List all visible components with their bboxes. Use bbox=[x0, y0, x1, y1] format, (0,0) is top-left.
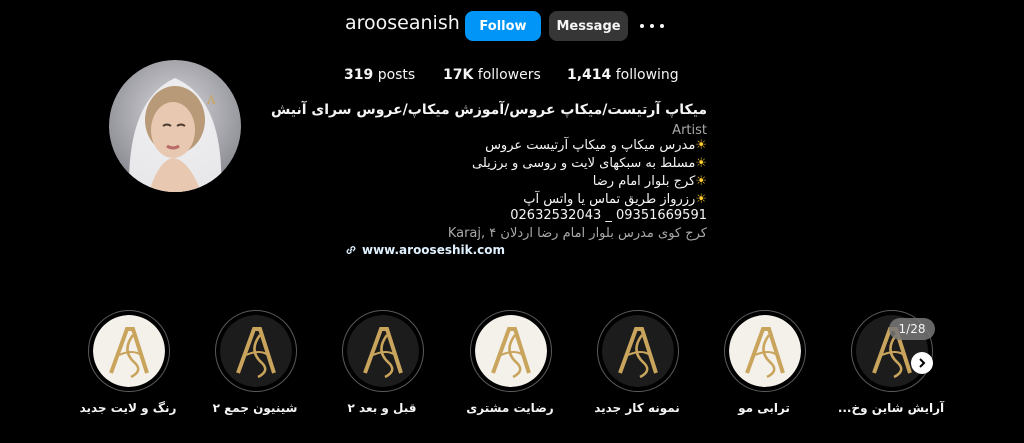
sun-icon: ☀ bbox=[695, 174, 707, 189]
bio-line: ☀مدرس میکاپ و میکاپ آرتیست عروس bbox=[485, 138, 707, 153]
highlight-cover bbox=[220, 315, 292, 387]
website-link[interactable]: www.arooseshik.com bbox=[345, 243, 505, 257]
followers-stat[interactable]: 17K followers bbox=[443, 67, 541, 83]
highlight-cover bbox=[729, 315, 801, 387]
brand-logo-icon bbox=[602, 315, 674, 387]
highlight-label: نمونه کار جدید bbox=[594, 401, 680, 415]
following-stat[interactable]: 1,414 following bbox=[567, 67, 679, 83]
highlight-item[interactable] bbox=[342, 310, 424, 392]
bio-line: ☀مسلط به سبکهای لایت و روسی و برزیلی bbox=[472, 156, 707, 171]
website-text: www.arooseshik.com bbox=[362, 243, 506, 257]
bio-phones: 02632532043 _ 09351669591 bbox=[510, 208, 707, 223]
highlight-item[interactable] bbox=[724, 310, 806, 392]
highlight-cover bbox=[475, 315, 547, 387]
posts-count: 319 bbox=[344, 67, 374, 83]
highlight-label: رنگ و لایت جدید bbox=[79, 401, 177, 415]
brand-logo-icon bbox=[729, 315, 801, 387]
profile-category: Artist bbox=[672, 123, 707, 138]
profile-avatar[interactable]: A bbox=[109, 60, 241, 192]
bio-line: ☀کرج بلوار امام رضا bbox=[592, 174, 707, 189]
profile-full-name: میکاپ آرتیست/میکاپ عروس/آموزش میکاپ/عروس… bbox=[270, 102, 707, 118]
brand-logo-icon bbox=[93, 315, 165, 387]
highlight-label: رضایت مشتری bbox=[466, 401, 554, 415]
followers-count: 17K bbox=[443, 67, 474, 83]
highlight-item[interactable] bbox=[215, 310, 297, 392]
brand-logo-icon bbox=[475, 315, 547, 387]
sun-icon: ☀ bbox=[695, 156, 707, 171]
highlight-counter: 1/28 bbox=[889, 318, 935, 340]
profile-username: arooseanish bbox=[345, 12, 460, 34]
highlight-cover bbox=[93, 315, 165, 387]
following-count: 1,414 bbox=[567, 67, 612, 83]
message-button[interactable]: Message bbox=[549, 11, 628, 41]
brand-logo-icon bbox=[347, 315, 419, 387]
highlight-item[interactable] bbox=[88, 310, 170, 392]
avatar-image: A bbox=[109, 60, 241, 192]
sun-icon: ☀ bbox=[695, 138, 707, 153]
bio-line: ☀رزرواز طریق تماس یا واتس آپ bbox=[523, 192, 707, 207]
brand-logo-icon bbox=[220, 315, 292, 387]
sun-icon: ☀ bbox=[695, 192, 707, 207]
posts-stat: 319 posts bbox=[344, 67, 415, 83]
highlight-item[interactable] bbox=[470, 310, 552, 392]
svg-text:A: A bbox=[206, 93, 216, 107]
highlight-cover bbox=[602, 315, 674, 387]
next-arrow-icon[interactable] bbox=[911, 352, 933, 374]
link-icon bbox=[346, 246, 356, 254]
posts-label: posts bbox=[377, 67, 416, 83]
following-label: following bbox=[615, 67, 679, 83]
highlight-label: شینیون جمع ۲ bbox=[212, 401, 298, 415]
follow-button[interactable]: Follow bbox=[465, 11, 541, 41]
followers-label: followers bbox=[477, 67, 541, 83]
highlight-item[interactable] bbox=[597, 310, 679, 392]
more-options-icon[interactable] bbox=[640, 16, 664, 36]
highlight-label: قبل و بعد ۲ bbox=[347, 401, 417, 415]
highlight-label: آرایش شاین وخ... bbox=[837, 401, 945, 415]
bio-address[interactable]: کرج کوی مدرس بلوار امام رضا اردلان ۴ ,Ka… bbox=[448, 226, 707, 241]
highlight-label: ترابی مو bbox=[738, 401, 790, 415]
highlight-cover bbox=[347, 315, 419, 387]
